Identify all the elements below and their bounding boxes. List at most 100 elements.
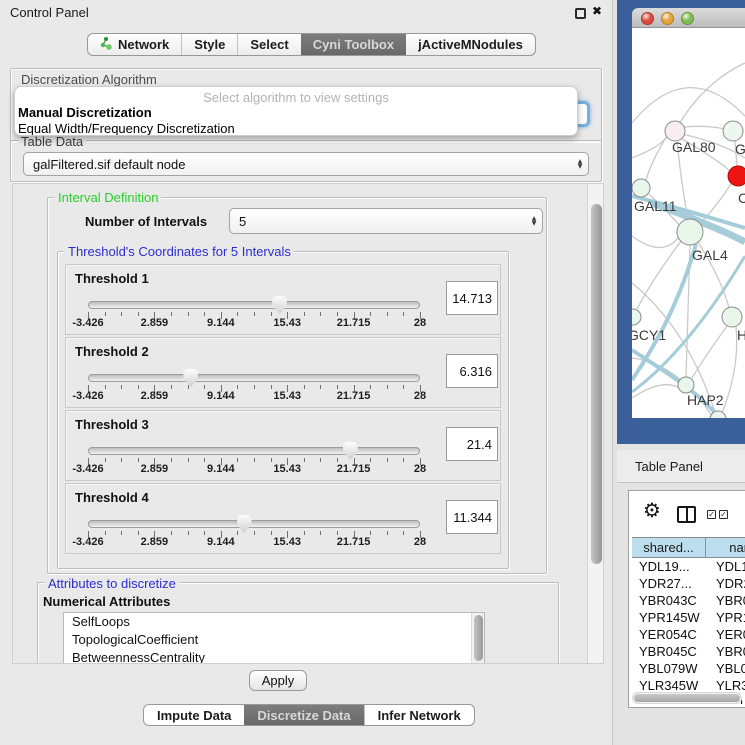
- numerical-attributes-list[interactable]: SelfLoopsTopologicalCoefficientBetweenne…: [63, 612, 485, 664]
- vertical-scrollbar[interactable]: [587, 184, 604, 664]
- slider-thumb[interactable]: [343, 442, 358, 460]
- zoom-traffic-light[interactable]: [681, 12, 694, 25]
- table-row[interactable]: YER054CYER0: [632, 626, 745, 643]
- attributes-scrollbar[interactable]: [471, 613, 484, 664]
- attributes-scrollbar-thumb[interactable]: [474, 615, 483, 661]
- tab-network[interactable]: Network: [88, 34, 181, 55]
- network-node[interactable]: [678, 377, 694, 393]
- slider-track[interactable]: [88, 447, 420, 455]
- threshold-slider[interactable]: [88, 368, 420, 390]
- tab-cyni-toolbox[interactable]: Cyni Toolbox: [301, 34, 406, 55]
- slider-tick-labels: -3.4262.8599.14415.4321.71528: [88, 390, 420, 402]
- table-rows: YDL19...YDL1YDR27...YDR2YBR043CYBR0YPR14…: [632, 558, 745, 704]
- algorithm-option-equal-width[interactable]: Equal Width/Frequency Discretization: [18, 121, 577, 136]
- threshold-slider[interactable]: [88, 441, 420, 463]
- table-row[interactable]: YDL19...YDL1: [632, 558, 745, 575]
- horizontal-scrollbar[interactable]: [632, 692, 742, 704]
- slider-thumb[interactable]: [237, 515, 252, 533]
- slider-track[interactable]: [88, 374, 420, 382]
- table-row[interactable]: YPR145WYPR1: [632, 609, 745, 626]
- slider-thumb[interactable]: [183, 369, 198, 387]
- slider-tick: [304, 312, 305, 316]
- tab-network-label: Network: [118, 37, 169, 52]
- tick-label: 2.859: [141, 536, 169, 548]
- network-node[interactable]: [665, 121, 685, 141]
- checkbox-icon[interactable]: ✓: [707, 510, 716, 519]
- network-node[interactable]: [728, 166, 745, 186]
- slider-tick: [304, 531, 305, 535]
- tick-label: 28: [414, 390, 426, 402]
- slider-tick: [188, 458, 189, 462]
- network-node[interactable]: [632, 179, 650, 197]
- table-data-combobox[interactable]: galFiltered.sif default node ▲▼: [23, 152, 589, 176]
- tick-label: 15.43: [273, 317, 301, 329]
- attribute-list-item[interactable]: BetweennessCentrality: [64, 649, 484, 664]
- tab-style[interactable]: Style: [181, 34, 237, 55]
- algorithm-option-manual[interactable]: Manual Discretization: [18, 105, 577, 121]
- close-icon[interactable]: ✖: [592, 4, 602, 18]
- table-row[interactable]: YBL079WYBL0: [632, 660, 745, 677]
- checkbox-icon[interactable]: ✓: [719, 510, 728, 519]
- network-node[interactable]: [722, 307, 742, 327]
- slider-track[interactable]: [88, 520, 420, 528]
- attribute-list-item[interactable]: SelfLoops: [64, 613, 484, 631]
- apply-button[interactable]: Apply: [249, 670, 307, 691]
- discretization-algorithm-label: Discretization Algorithm: [18, 72, 160, 87]
- table-cell: YBL079W: [632, 661, 706, 676]
- threshold-slider[interactable]: [88, 514, 420, 536]
- threshold-value-field[interactable]: 21.4: [446, 427, 498, 461]
- network-window-titlebar[interactable]: [632, 8, 745, 28]
- checkbox-icons[interactable]: ✓ ✓: [707, 510, 728, 519]
- algorithm-prompt-option[interactable]: Select algorithm to view settings: [15, 90, 577, 105]
- horizontal-scrollbar-thumb[interactable]: [634, 694, 740, 702]
- slider-tick: [237, 531, 238, 535]
- network-node[interactable]: [677, 219, 703, 245]
- tick-label: 2.859: [141, 390, 169, 402]
- vertical-scrollbar-thumb[interactable]: [591, 204, 602, 564]
- column-header-shared-name[interactable]: shared...: [632, 538, 706, 557]
- column-header-name[interactable]: name: [706, 538, 745, 557]
- network-edge: [684, 126, 724, 129]
- threshold-value-field[interactable]: 11.344: [446, 500, 498, 534]
- tab-discretize-data[interactable]: Discretize Data: [244, 705, 363, 725]
- close-traffic-light[interactable]: [641, 12, 654, 25]
- network-edge: [646, 136, 667, 180]
- slider-tick: [188, 385, 189, 389]
- minimize-traffic-light[interactable]: [661, 12, 674, 25]
- split-view-icon[interactable]: [677, 506, 696, 523]
- table-cell: YBR043C: [632, 593, 706, 608]
- tick-label: -3.426: [72, 536, 103, 548]
- network-node[interactable]: [632, 309, 641, 325]
- float-panel-icon[interactable]: [575, 8, 586, 19]
- tab-impute-data[interactable]: Impute Data: [144, 705, 244, 725]
- slider-tick: [304, 458, 305, 462]
- threshold-slider[interactable]: [88, 295, 420, 317]
- slider-tick: [320, 458, 321, 462]
- slider-tick: [370, 312, 371, 316]
- network-node[interactable]: [723, 121, 743, 141]
- slider-tick: [237, 458, 238, 462]
- threshold-row: Threshold 1-3.4262.8599.14415.4321.71528…: [65, 264, 501, 335]
- tab-select[interactable]: Select: [237, 34, 300, 55]
- table-cell: YBR045C: [632, 644, 706, 659]
- threshold-value-field[interactable]: 6.316: [446, 354, 498, 388]
- gear-icon[interactable]: ⚙: [643, 498, 661, 522]
- tab-infer-network[interactable]: Infer Network: [364, 705, 474, 725]
- network-node-label: GAL4: [692, 247, 728, 263]
- slider-tick: [370, 385, 371, 389]
- number-of-intervals-combobox[interactable]: 5 ▲▼: [229, 208, 543, 234]
- network-canvas[interactable]: GAL80GCGAL11GAL4GCY1HHAP2: [632, 28, 745, 418]
- settings-scrollarea: Interval Definition Number of Intervals …: [12, 183, 604, 664]
- threshold-value-field[interactable]: 14.713: [446, 281, 498, 315]
- slider-tick: [254, 458, 255, 462]
- tab-jactivemnodules[interactable]: jActiveMNodules: [406, 34, 535, 55]
- slider-thumb[interactable]: [272, 296, 287, 314]
- table-row[interactable]: YBR043CYBR0: [632, 592, 745, 609]
- slider-track[interactable]: [88, 301, 420, 309]
- attribute-list-item[interactable]: TopologicalCoefficient: [64, 631, 484, 649]
- slider-tick: [254, 312, 255, 316]
- table-row[interactable]: YDR27...YDR2: [632, 575, 745, 592]
- combo-spinner-icon: ▲▼: [572, 159, 588, 169]
- table-row[interactable]: YBR045CYBR0: [632, 643, 745, 660]
- slider-tick: [403, 531, 404, 535]
